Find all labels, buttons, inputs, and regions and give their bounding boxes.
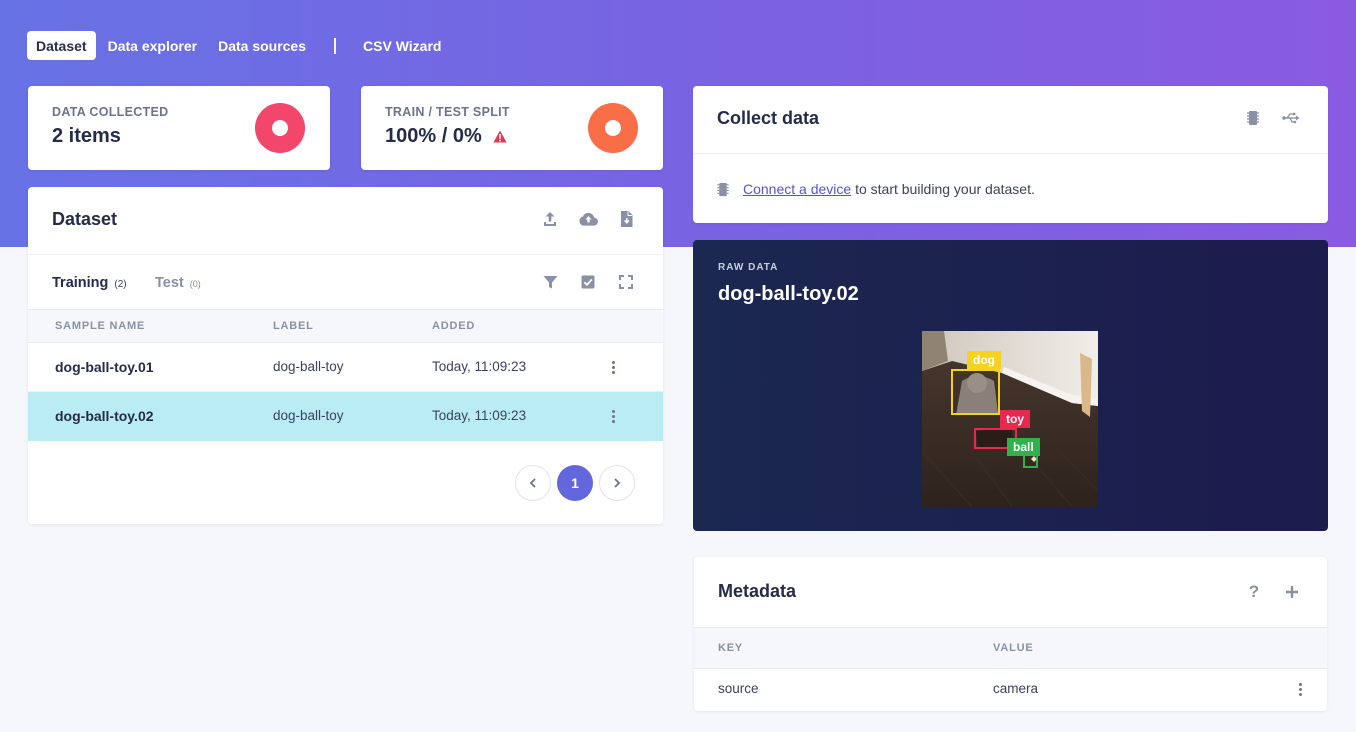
raw-data-eyebrow: RAW DATA: [718, 262, 779, 273]
dataset-title: Dataset: [52, 209, 118, 229]
page-1-button[interactable]: 1: [557, 465, 593, 501]
expand-icon[interactable]: [615, 271, 637, 293]
select-checkbox-icon[interactable]: [577, 271, 599, 293]
metadata-table-header: KEY VALUE: [694, 627, 1327, 669]
metadata-card: Metadata ? KEY VALUE source camera: [694, 557, 1327, 711]
tab-training[interactable]: Training (2): [52, 275, 127, 291]
bounding-box-label-dog: dog: [967, 351, 1001, 369]
sample-name: dog-ball-toy.02: [55, 408, 154, 424]
help-icon[interactable]: ?: [1243, 581, 1265, 603]
sample-name: dog-ball-toy.01: [55, 359, 154, 375]
train-test-split-card: TRAIN / TEST SPLIT 100% / 0%: [361, 86, 663, 170]
data-collected-card: DATA COLLECTED 2 items: [28, 86, 330, 170]
column-sample-name[interactable]: SAMPLE NAME: [55, 320, 145, 332]
sample-added: Today, 11:09:23: [432, 359, 527, 374]
table-row[interactable]: dog-ball-toy.01 dog-ball-toy Today, 11:0…: [28, 343, 663, 392]
add-icon[interactable]: [1281, 581, 1303, 603]
column-value: VALUE: [993, 642, 1034, 654]
tab-test-count: (0): [189, 279, 201, 289]
table-header: SAMPLE NAME LABEL ADDED: [28, 309, 663, 343]
card-divider: [693, 153, 1328, 154]
connect-message: Connect a device to start building your …: [717, 181, 1035, 197]
tab-data-sources[interactable]: Data sources: [209, 31, 315, 60]
train-test-split-row: 100% / 0%: [385, 125, 507, 148]
chevron-right-icon: [614, 478, 621, 488]
connect-device-link[interactable]: Connect a device: [743, 181, 851, 197]
train-test-split-label: TRAIN / TEST SPLIT: [385, 105, 510, 119]
list-tools: [539, 271, 637, 293]
chip-icon: [717, 182, 729, 196]
tab-data-explorer[interactable]: Data explorer: [99, 31, 206, 60]
tab-dataset[interactable]: Dataset: [27, 31, 96, 60]
cloud-upload-icon[interactable]: [577, 208, 599, 230]
nav-divider: [334, 37, 337, 54]
tab-test-label: Test: [155, 275, 184, 291]
filter-icon[interactable]: [539, 271, 561, 293]
sample-label: dog-ball-toy: [273, 408, 344, 423]
warning-icon[interactable]: [493, 130, 507, 143]
chevron-left-icon: [529, 478, 536, 488]
sample-added: Today, 11:09:23: [432, 408, 527, 423]
prev-page-button[interactable]: [515, 465, 551, 501]
metadata-title: Metadata: [718, 581, 797, 601]
train-test-split-value: 100% / 0%: [385, 125, 482, 147]
metadata-actions: ?: [1243, 581, 1303, 603]
tab-test[interactable]: Test (0): [155, 275, 201, 291]
data-collected-value: 2 items: [52, 125, 121, 147]
collect-actions: [1242, 107, 1302, 129]
train-test-split-donut: [588, 103, 638, 153]
metadata-key: source: [718, 681, 759, 696]
tab-csv-wizard[interactable]: CSV Wizard: [354, 31, 450, 60]
row-menu-icon[interactable]: [612, 361, 616, 376]
dataset-card: Dataset Training (2) Test (0) SAMPLE NAM: [28, 187, 663, 524]
collect-data-title: Collect data: [717, 108, 820, 128]
raw-data-card: RAW DATA dog-ball-toy.02 dog toy ball: [693, 240, 1328, 531]
tab-training-count: (2): [114, 279, 127, 290]
tab-training-label: Training: [52, 275, 109, 291]
table-row[interactable]: dog-ball-toy.02 dog-ball-toy Today, 11:0…: [28, 392, 663, 441]
file-export-icon[interactable]: [615, 208, 637, 230]
connect-message-text: to start building your dataset.: [851, 181, 1035, 197]
bounding-box-dog[interactable]: [951, 369, 1000, 415]
metadata-value: camera: [993, 681, 1039, 696]
sample-image[interactable]: dog toy ball: [922, 331, 1098, 507]
card-divider: [28, 254, 663, 255]
bounding-box-label-toy: toy: [1000, 410, 1030, 428]
dataset-actions: [539, 208, 637, 230]
bounding-box-label-ball: ball: [1007, 438, 1040, 456]
data-collected-label: DATA COLLECTED: [52, 105, 169, 119]
column-added[interactable]: ADDED: [432, 320, 475, 332]
row-menu-icon[interactable]: [612, 410, 616, 425]
column-label[interactable]: LABEL: [273, 320, 314, 332]
upload-icon[interactable]: [539, 208, 561, 230]
data-collected-donut: [255, 103, 305, 153]
row-menu-icon[interactable]: [1299, 683, 1303, 698]
usb-icon[interactable]: [1280, 107, 1302, 129]
column-key: KEY: [718, 642, 744, 654]
next-page-button[interactable]: [599, 465, 635, 501]
metadata-row[interactable]: source camera: [694, 669, 1327, 711]
raw-data-title: dog-ball-toy.02: [718, 283, 859, 305]
chip-icon[interactable]: [1242, 107, 1264, 129]
sample-label: dog-ball-toy: [273, 359, 344, 374]
top-nav: Dataset Data explorer Data sources CSV W…: [27, 31, 453, 60]
collect-data-card: Collect data Connect a device to start b…: [693, 86, 1328, 223]
